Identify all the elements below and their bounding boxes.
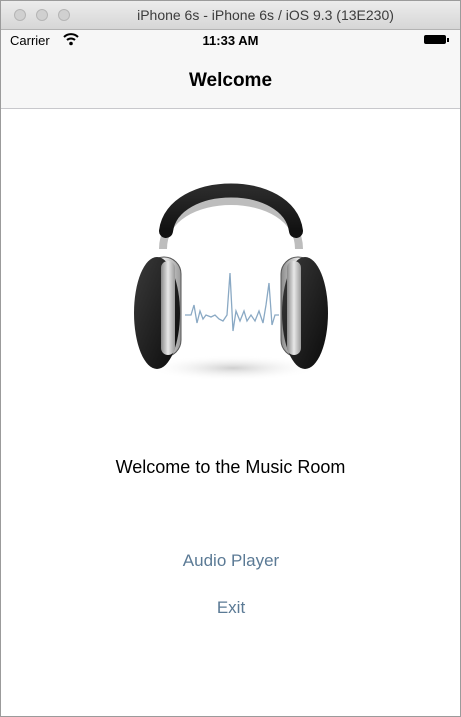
audio-player-button[interactable]: Audio Player	[131, 551, 331, 571]
minimize-icon[interactable]	[36, 9, 48, 21]
window-titlebar: iPhone 6s - iPhone 6s / iOS 9.3 (13E230)	[1, 1, 460, 30]
nav-title: Welcome	[188, 70, 273, 91]
headphones-icon	[134, 183, 328, 381]
status-bar: Carrier 11:33 AM	[1, 30, 460, 50]
exit-button[interactable]: Exit	[131, 598, 331, 618]
navigation-bar: Welcome	[1, 50, 460, 109]
welcome-text: Welcome to the Music Room	[115, 457, 346, 477]
zoom-icon[interactable]	[58, 9, 70, 21]
close-icon[interactable]	[14, 9, 26, 21]
window-title: iPhone 6s - iPhone 6s / iOS 9.3 (13E230)	[137, 7, 394, 23]
simulator-window: iPhone 6s - iPhone 6s / iOS 9.3 (13E230)…	[0, 0, 461, 717]
battery-icon	[424, 35, 449, 44]
status-time: 11:33 AM	[202, 33, 259, 48]
main-content: Welcome to the Music Room Audio Player E…	[1, 109, 460, 716]
